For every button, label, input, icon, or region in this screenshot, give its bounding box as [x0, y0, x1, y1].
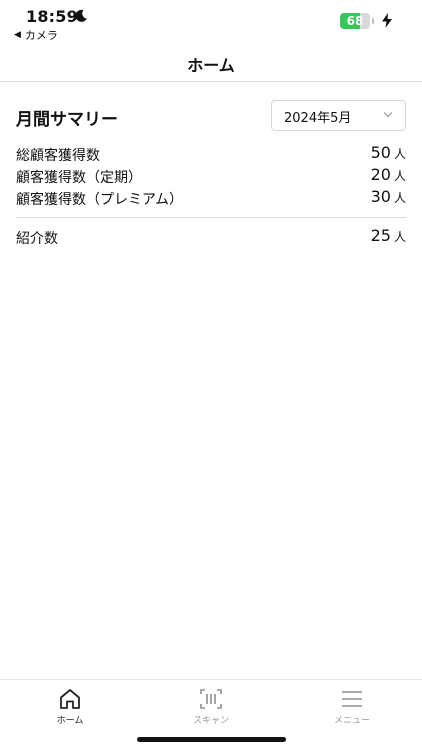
tab-label: スキャン [192, 716, 229, 726]
month-select[interactable]: 2024年5月 [271, 100, 406, 131]
back-app-label: カメラ [24, 29, 58, 42]
stat-unit: 人 [393, 147, 406, 161]
monthly-summary-header: 月間サマリー 2024年5月 [16, 100, 406, 131]
stat-unit: 人 [393, 191, 406, 205]
navigation-bar: ホーム [0, 44, 422, 82]
stat-value: 25 [370, 226, 391, 245]
chevron-down-icon [383, 112, 393, 118]
stat-value: 20 [370, 165, 391, 184]
stat-row-total-customers: 総顧客獲得数 50 人 [16, 143, 406, 165]
stat-value: 30 [370, 187, 391, 206]
stat-label: 紹介数 [16, 231, 58, 247]
tab-home[interactable]: ホーム [0, 680, 140, 730]
stat-row-regular-customers: 顧客獲得数（定期） 20 人 [16, 165, 406, 187]
menu-icon [342, 691, 362, 707]
tab-menu[interactable]: メニュー [282, 680, 422, 730]
stat-row-premium-customers: 顧客獲得数（プレミアム） 30 人 [16, 187, 406, 209]
monthly-summary-title: 月間サマリー [16, 110, 118, 130]
status-bar: 18:59 ◀ カメラ 68 [0, 0, 422, 44]
stat-value: 50 [370, 143, 391, 162]
battery-nub [372, 17, 374, 24]
moon-icon [75, 9, 87, 22]
tab-label: メニュー [333, 716, 370, 726]
month-select-value: 2024年5月 [284, 111, 352, 126]
charging-bolt-icon [382, 13, 392, 28]
home-icon [60, 689, 80, 709]
tab-label: ホーム [56, 716, 84, 726]
summary-stats: 総顧客獲得数 50 人 顧客獲得数（定期） 20 人 顧客獲得数（プレミアム） … [16, 143, 406, 248]
battery-level: 68 [346, 13, 364, 28]
stat-unit: 人 [393, 169, 406, 183]
stat-row-referrals: 紹介数 25 人 [16, 226, 406, 248]
stat-unit: 人 [393, 230, 406, 244]
stat-label: 総顧客獲得数 [16, 148, 100, 164]
stat-label: 顧客獲得数（定期） [16, 170, 142, 186]
back-arrow-icon: ◀ [14, 30, 21, 40]
page-title: ホーム [187, 56, 235, 75]
home-indicator[interactable] [137, 737, 286, 742]
battery-indicator: 68 [340, 12, 374, 29]
status-time: 18:59 [26, 7, 78, 26]
stat-label: 顧客獲得数（プレミアム） [16, 192, 184, 208]
divider [16, 217, 406, 218]
tab-scan[interactable]: スキャン [141, 680, 281, 730]
scan-icon [200, 689, 222, 709]
back-to-camera-link[interactable]: ◀ カメラ [14, 27, 58, 43]
